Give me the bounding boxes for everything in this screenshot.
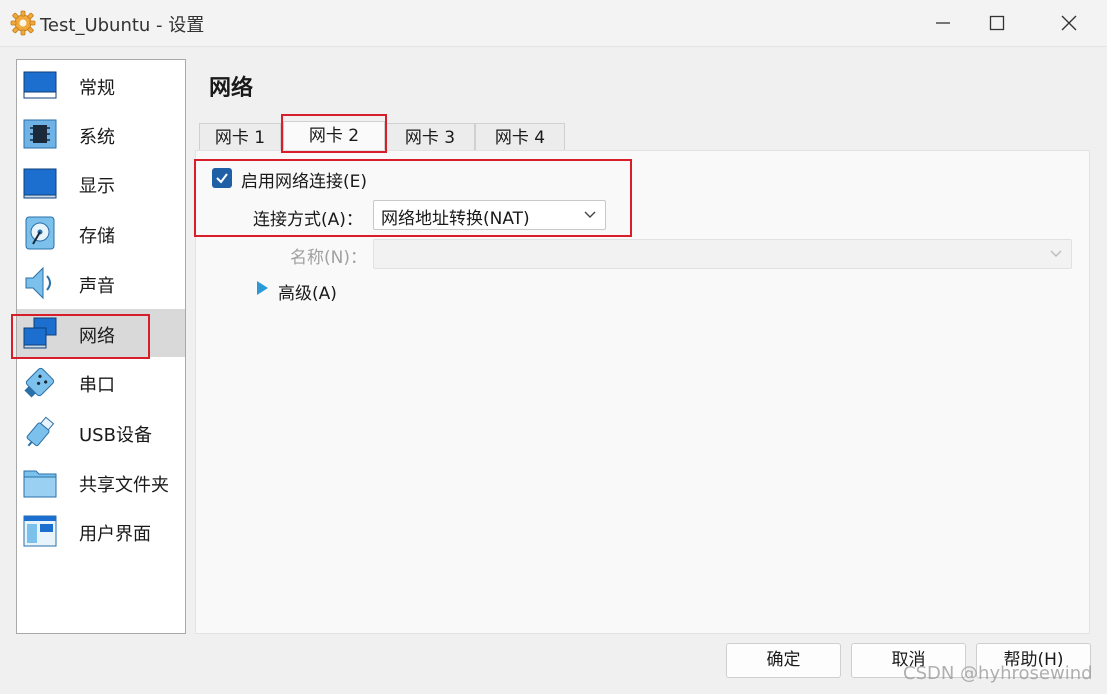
title-bar: Test_Ubuntu - 设置 (0, 0, 1107, 47)
sidebar-item-shared-folders[interactable]: 共享文件夹 (17, 458, 185, 506)
sidebar-item-general[interactable]: 常规 (17, 61, 185, 109)
sidebar-item-label: 常规 (79, 78, 115, 99)
attached-to-label: 连接方式(A)： (253, 210, 363, 230)
sidebar-item-storage[interactable]: 存储 (17, 209, 185, 257)
sidebar-item-label: 系统 (79, 127, 115, 148)
sidebar-item-label: 显示 (79, 176, 115, 197)
advanced-toggle[interactable]: 高级(A) (278, 279, 337, 304)
folder-icon (21, 463, 59, 501)
tab-adapter-1[interactable]: 网卡 1 (199, 123, 281, 152)
serial-port-icon (21, 363, 59, 401)
page-title: 网络 (209, 76, 254, 101)
checkmark-icon (216, 173, 228, 184)
name-select[interactable] (373, 239, 1072, 269)
speaker-icon (21, 264, 59, 302)
usb-icon (21, 413, 59, 451)
sidebar-item-label: USB设备 (79, 425, 152, 446)
sidebar-item-system[interactable]: 系统 (17, 110, 185, 158)
chip-icon (21, 115, 59, 153)
expand-arrow-icon[interactable] (255, 280, 269, 296)
attached-to-select[interactable]: 网络地址转换(NAT) (373, 200, 606, 230)
enable-adapter-label[interactable]: 启用网络连接(E) (241, 167, 367, 192)
sidebar-item-usb[interactable]: USB设备 (17, 408, 185, 456)
tab-adapter-4[interactable]: 网卡 4 (475, 123, 565, 152)
chevron-down-icon (584, 211, 596, 218)
monitor-icon (21, 164, 59, 202)
minimize-icon[interactable] (928, 8, 958, 38)
gear-icon (10, 10, 36, 36)
sidebar-item-audio[interactable]: 声音 (17, 259, 185, 307)
sidebar-item-label: 网络 (79, 326, 115, 347)
sidebar-item-serial-ports[interactable]: 串口 (17, 358, 185, 406)
sidebar-item-label: 存储 (79, 226, 115, 247)
sidebar-item-label: 共享文件夹 (79, 475, 169, 496)
network-icon (21, 314, 59, 352)
enable-adapter-checkbox[interactable] (212, 168, 232, 188)
settings-sidebar: 常规 系统 显示 存储 声音 网络 串口 USB设备 共享文件夹 用户界面 (16, 59, 186, 634)
ok-button[interactable]: 确定 (726, 643, 841, 678)
sidebar-item-user-interface[interactable]: 用户界面 (17, 507, 185, 555)
user-interface-icon (21, 512, 59, 550)
watermark: CSDN @hyhrosewind (903, 663, 1093, 684)
maximize-icon[interactable] (982, 8, 1012, 38)
sidebar-item-display[interactable]: 显示 (17, 159, 185, 207)
general-icon (21, 66, 59, 104)
sidebar-item-label: 用户界面 (79, 524, 151, 545)
sidebar-item-label: 串口 (79, 375, 115, 396)
chevron-down-icon (1050, 250, 1062, 257)
disk-icon (21, 214, 59, 252)
window-title: Test_Ubuntu - 设置 (40, 15, 205, 36)
name-label: 名称(N)： (290, 248, 367, 268)
sidebar-item-label: 声音 (79, 276, 115, 297)
attached-to-value: 网络地址转换(NAT) (381, 209, 530, 229)
sidebar-item-network[interactable]: 网络 (17, 309, 185, 357)
tab-adapter-3[interactable]: 网卡 3 (385, 123, 475, 152)
close-icon[interactable] (1054, 8, 1084, 38)
tab-adapter-2[interactable]: 网卡 2 (283, 121, 385, 152)
